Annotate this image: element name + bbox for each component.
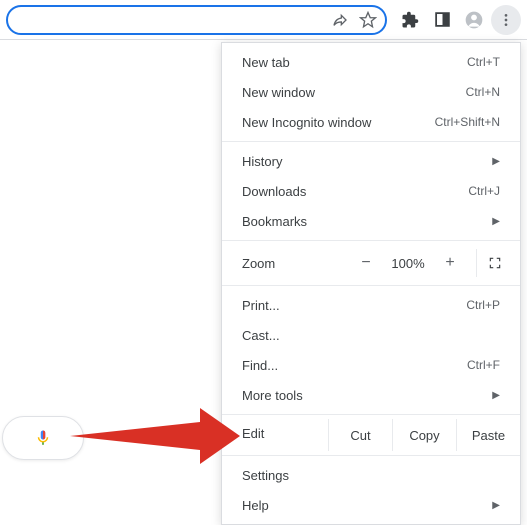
share-icon[interactable] [331,11,349,29]
menu-label: New window [242,85,315,100]
menu-shortcut: Ctrl+P [466,298,500,312]
menu-label: Find... [242,358,278,373]
address-bar[interactable] [6,5,387,35]
menu-label: More tools [242,388,303,403]
copy-button[interactable]: Copy [392,419,456,451]
menu-separator [222,141,520,142]
zoom-controls: − 100% + [350,249,512,277]
zoom-out-button[interactable]: − [350,249,382,277]
menu-item-more-tools[interactable]: More tools ▶ [222,380,520,410]
zoom-in-button[interactable]: + [434,249,466,277]
panel-icon[interactable] [427,5,457,35]
voice-search-button[interactable] [2,416,84,460]
menu-shortcut: Ctrl+Shift+N [435,115,500,129]
kebab-menu-icon[interactable] [491,5,521,35]
menu-separator [222,285,520,286]
edit-label: Edit [222,419,328,451]
menu-item-new-incognito[interactable]: New Incognito window Ctrl+Shift+N [222,107,520,137]
menu-label: Settings [242,468,289,483]
menu-item-find[interactable]: Find... Ctrl+F [222,350,520,380]
menu-shortcut: Ctrl+J [468,184,500,198]
menu-item-history[interactable]: History ▶ [222,146,520,176]
menu-label: Print... [242,298,280,313]
menu-separator [222,414,520,415]
menu-item-print[interactable]: Print... Ctrl+P [222,290,520,320]
chevron-right-icon: ▶ [492,156,500,167]
star-icon[interactable] [359,11,377,29]
menu-item-bookmarks[interactable]: Bookmarks ▶ [222,206,520,236]
menu-item-help[interactable]: Help ▶ [222,490,520,520]
menu-label: Cast... [242,328,280,343]
menu-label: Downloads [242,184,306,199]
menu-item-settings[interactable]: Settings [222,460,520,490]
chevron-right-icon: ▶ [492,390,500,401]
menu-label: History [242,154,282,169]
menu-shortcut: Ctrl+T [467,55,500,69]
microphone-icon [34,426,52,450]
menu-item-edit: Edit Cut Copy Paste [222,419,520,451]
chevron-right-icon: ▶ [492,216,500,227]
menu-item-downloads[interactable]: Downloads Ctrl+J [222,176,520,206]
chevron-right-icon: ▶ [492,500,500,511]
extensions-icon[interactable] [395,5,425,35]
cut-button[interactable]: Cut [328,419,392,451]
menu-item-new-window[interactable]: New window Ctrl+N [222,77,520,107]
profile-icon[interactable] [459,5,489,35]
menu-item-new-tab[interactable]: New tab Ctrl+T [222,47,520,77]
zoom-value: 100% [386,256,430,271]
browser-toolbar [0,0,527,40]
chrome-menu: New tab Ctrl+T New window Ctrl+N New Inc… [221,42,521,525]
menu-separator [222,455,520,456]
paste-button[interactable]: Paste [456,419,520,451]
menu-item-zoom: Zoom − 100% + [222,245,520,281]
menu-label: New tab [242,55,290,70]
menu-item-cast[interactable]: Cast... [222,320,520,350]
fullscreen-button[interactable] [476,249,512,277]
menu-label: New Incognito window [242,115,371,130]
zoom-label: Zoom [242,256,350,271]
menu-shortcut: Ctrl+F [467,358,500,372]
menu-label: Bookmarks [242,214,307,229]
menu-shortcut: Ctrl+N [466,85,500,99]
fullscreen-icon [488,256,502,270]
menu-separator [222,240,520,241]
